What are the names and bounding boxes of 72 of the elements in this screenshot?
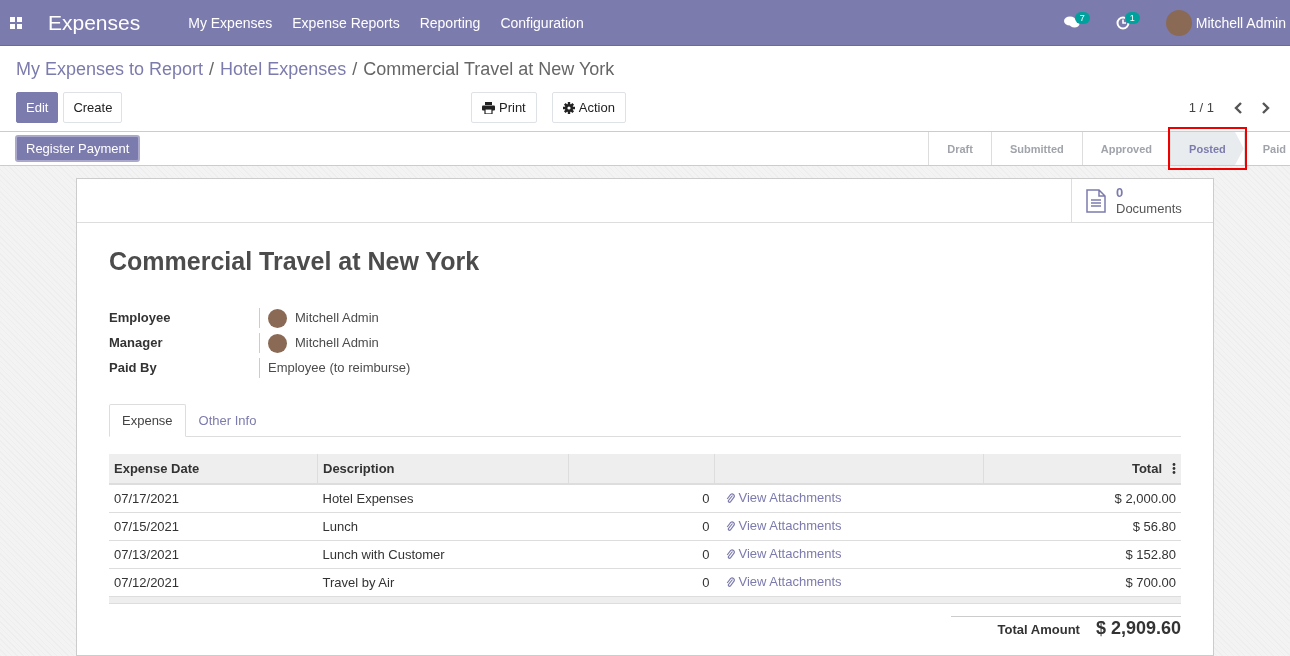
printer-icon (482, 101, 495, 114)
message-count-badge: 7 (1074, 11, 1090, 24)
notebook-tab[interactable]: Other Info (185, 404, 270, 437)
user-avatar (268, 333, 287, 353)
table-cell: 07/12/2021 (109, 568, 318, 597)
menu-item[interactable]: My Expenses (188, 14, 273, 31)
paperclip-icon (725, 491, 735, 504)
gear-icon (562, 101, 575, 114)
field-label: Employee (109, 309, 172, 327)
breadcrumb-link[interactable]: Hotel Expenses (220, 59, 347, 80)
breadcrumb-link[interactable]: My Expenses to Report (16, 59, 204, 80)
clock-icon[interactable] (1115, 15, 1130, 30)
field-value: Mitchell Admin (295, 309, 379, 327)
menu-item[interactable]: Expense Reports (292, 14, 400, 31)
status-stage[interactable]: Posted (1171, 132, 1244, 165)
table-cell: 0 (568, 484, 715, 513)
paperclip-icon (725, 547, 735, 560)
edit-button[interactable]: Edit (16, 92, 59, 123)
notebook-tab[interactable]: Expense (109, 404, 186, 437)
column-header[interactable]: Expense Date (109, 454, 318, 484)
pager-counter: 1 / 1 (1188, 100, 1214, 115)
total-label: Total Amount (997, 622, 1080, 637)
breadcrumb-current: Commercial Travel at New York (363, 59, 615, 80)
table-cell: 07/13/2021 (109, 540, 318, 569)
paperclip-icon (725, 575, 735, 588)
table-cell: Lunch (317, 512, 569, 541)
register-payment-button[interactable]: Register Payment (15, 135, 141, 162)
view-attachments-link[interactable]: View Attachments (719, 518, 842, 534)
table-cell: 0 (568, 540, 715, 569)
column-header[interactable]: Total (1131, 461, 1162, 476)
table-cell: $ 152.80 (983, 540, 1181, 569)
table-cell: 07/15/2021 (109, 512, 318, 541)
previous-icon[interactable] (1234, 101, 1244, 114)
status-stage[interactable]: Approved (1082, 132, 1171, 165)
activity-count-badge: 1 (1124, 11, 1140, 24)
view-attachments-link[interactable]: View Attachments (719, 546, 842, 562)
field-value: Mitchell Admin (295, 334, 379, 352)
field-label: Manager (109, 334, 164, 352)
table-cell: Hotel Expenses (317, 484, 569, 513)
app-name[interactable]: Expenses (48, 10, 141, 35)
table-cell: Travel by Air (317, 568, 569, 597)
action-button[interactable]: Action (551, 92, 626, 123)
status-stage[interactable]: Draft (929, 132, 991, 165)
table-cell: Lunch with Customer (317, 540, 569, 569)
status-stage[interactable]: Submitted (991, 132, 1082, 165)
user-name[interactable]: Mitchell Admin (1195, 14, 1286, 31)
apps-menu-icon[interactable] (10, 16, 22, 29)
next-icon[interactable] (1260, 101, 1270, 114)
menu-item[interactable]: Reporting (419, 14, 481, 31)
table-cell: $ 56.80 (983, 512, 1181, 541)
user-avatar (268, 308, 287, 328)
view-attachments-link[interactable]: View Attachments (719, 574, 842, 590)
expense-title: Commercial Travel at New York (109, 247, 481, 276)
create-button[interactable]: Create (63, 92, 123, 123)
document-icon (1086, 188, 1106, 213)
status-stage[interactable]: Paid (1244, 132, 1290, 165)
table-cell: 0 (568, 512, 715, 541)
table-cell: 0 (568, 568, 715, 597)
breadcrumb-separator: / (209, 59, 215, 80)
table-cell: $ 700.00 (983, 568, 1181, 597)
field-value: Employee (to reimburse) (268, 359, 411, 377)
table-cell: $ 2,000.00 (983, 484, 1181, 513)
total-amount: $ 2,909.60 (1095, 618, 1181, 639)
breadcrumb-separator: / (352, 59, 358, 80)
menu-item[interactable]: Configuration (500, 14, 584, 31)
view-attachments-link[interactable]: View Attachments (719, 490, 842, 506)
more-options-icon[interactable] (1172, 463, 1176, 474)
table-cell: 07/17/2021 (109, 484, 318, 513)
print-button[interactable]: Print (471, 92, 537, 123)
paperclip-icon (725, 519, 735, 532)
field-label: Paid By (109, 359, 158, 377)
column-header[interactable]: Description (317, 454, 569, 484)
